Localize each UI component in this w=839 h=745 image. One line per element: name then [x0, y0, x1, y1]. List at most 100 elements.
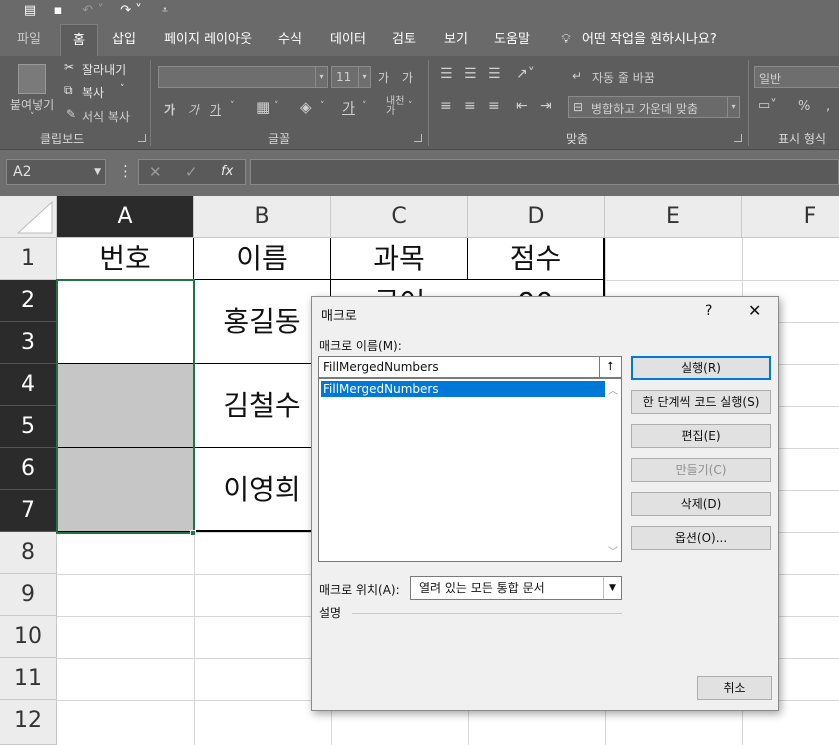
decrease-indent-icon[interactable]: ⇤	[516, 98, 528, 114]
tell-me-search[interactable]: 어떤 작업을 원하시나요?	[582, 24, 732, 56]
select-all-corner[interactable]	[0, 196, 57, 238]
row-header-12[interactable]: 12	[0, 700, 57, 745]
customize-qat-icon[interactable]: ⩡	[158, 2, 172, 20]
row-header-11[interactable]: 11	[0, 658, 57, 700]
orientation-icon[interactable]: ↗︎˅	[516, 66, 535, 82]
align-right-icon[interactable]: ≡	[488, 98, 500, 114]
cell-c1[interactable]: 과목	[331, 238, 468, 280]
align-left-icon[interactable]: ≡	[440, 98, 452, 114]
collapse-dialog-icon[interactable]: ⭡	[599, 357, 621, 377]
cut-icon[interactable]: ✂	[64, 60, 74, 74]
row-header-3[interactable]: 3	[0, 322, 57, 364]
row-header-1[interactable]: 1	[0, 238, 57, 280]
cell-b1[interactable]: 이름	[194, 238, 331, 280]
step-into-button[interactable]: 한 단계씩 코드 실행(S)	[631, 390, 771, 414]
row-header-2[interactable]: 2	[0, 280, 57, 322]
fill-color-dropdown-icon[interactable]: ˅	[320, 101, 325, 111]
help-button[interactable]: ?	[705, 303, 712, 319]
align-middle-icon[interactable]: ☰	[464, 66, 477, 82]
redo-icon[interactable]: ↷ ˅	[116, 2, 146, 20]
bold-button[interactable]: 가	[164, 101, 175, 118]
macro-name-input[interactable]: FillMergedNumbers ⭡	[318, 356, 622, 378]
alignment-launcher-icon[interactable]	[734, 134, 742, 142]
row-header-5[interactable]: 5	[0, 406, 57, 448]
copy-dropdown-icon[interactable]: ˅	[120, 84, 125, 94]
borders-dropdown-icon[interactable]: ˅	[274, 101, 279, 111]
number-format-combo[interactable]: 일반	[754, 66, 839, 88]
currency-icon[interactable]: ▭˅	[758, 98, 777, 113]
row-header-7[interactable]: 7	[0, 490, 57, 532]
percent-button[interactable]: %	[798, 99, 810, 114]
insert-function-icon[interactable]: fx	[221, 164, 233, 179]
column-header-c[interactable]: C	[331, 196, 468, 238]
grow-font-button[interactable]: 가	[378, 69, 389, 86]
scrollbar[interactable]: ︿ ﹀	[606, 380, 620, 560]
underline-dropdown-icon[interactable]: ˅	[230, 101, 235, 111]
format-painter-button[interactable]: 서식 복사	[82, 108, 130, 125]
align-bottom-icon[interactable]: ☰	[488, 66, 501, 82]
font-name-combo[interactable]: ▾	[158, 66, 328, 88]
macro-list[interactable]: FillMergedNumbers ︿ ﹀	[318, 378, 622, 562]
column-header-a[interactable]: A	[57, 196, 194, 238]
options-button[interactable]: 옵션(O)...	[631, 526, 771, 550]
confirm-entry-icon[interactable]: ✓	[185, 163, 198, 181]
paste-icon[interactable]	[18, 64, 46, 94]
name-box[interactable]: A2 ▼	[6, 159, 106, 185]
shrink-font-button[interactable]: 가	[402, 69, 413, 86]
column-header-b[interactable]: B	[194, 196, 331, 238]
row-header-4[interactable]: 4	[0, 364, 57, 406]
align-top-icon[interactable]: ☰	[440, 66, 453, 82]
delete-button[interactable]: 삭제(D)	[631, 492, 771, 516]
tab-home[interactable]: 홈	[60, 24, 98, 56]
tab-file[interactable]: 파일	[10, 24, 48, 56]
tab-page-layout[interactable]: 페이지 레이아웃	[156, 24, 260, 56]
paste-button[interactable]: 붙여넣기	[10, 96, 54, 113]
more-options-icon[interactable]: ⋮	[118, 162, 133, 180]
comma-button[interactable]: ,	[826, 99, 830, 114]
copy-icon[interactable]: ⧉	[64, 83, 73, 98]
merge-center-button[interactable]: ⊟ 병합하고 가운데 맞춤 ▾	[568, 96, 740, 118]
align-center-icon[interactable]: ≡	[464, 98, 476, 114]
column-header-e[interactable]: E	[605, 196, 742, 238]
formula-input[interactable]	[250, 159, 839, 185]
row-header-6[interactable]: 6	[0, 448, 57, 490]
tab-view[interactable]: 보기	[436, 24, 476, 56]
copy-button[interactable]: 복사	[82, 84, 104, 101]
tab-data[interactable]: 데이터	[322, 24, 374, 56]
font-size-combo[interactable]: 11 ▾	[331, 66, 371, 88]
wrap-text-button[interactable]: 자동 줄 바꿈	[592, 69, 655, 86]
borders-icon[interactable]: ▦	[256, 98, 270, 116]
cell-d1[interactable]: 점수	[468, 238, 605, 280]
cancel-button[interactable]: 취소	[697, 676, 772, 700]
row-header-9[interactable]: 9	[0, 574, 57, 616]
list-item[interactable]: FillMergedNumbers	[321, 381, 605, 397]
clipboard-launcher-icon[interactable]	[138, 134, 146, 142]
cell-a2-merged[interactable]	[57, 280, 194, 364]
tab-help[interactable]: 도움말	[486, 24, 538, 56]
cut-button[interactable]: 잘라내기	[82, 61, 126, 78]
tab-insert[interactable]: 삽입	[104, 24, 144, 56]
tab-review[interactable]: 검토	[384, 24, 424, 56]
fill-handle[interactable]	[190, 530, 196, 536]
tab-formulas[interactable]: 수식	[270, 24, 310, 56]
create-button[interactable]: 만들기(C)	[631, 458, 771, 482]
column-header-d[interactable]: D	[468, 196, 605, 238]
font-color-icon[interactable]: 가	[342, 98, 355, 118]
undo-icon[interactable]: ↶ ˅	[78, 2, 108, 20]
phonetic-icon[interactable]: 내천 가	[386, 97, 404, 117]
row-header-8[interactable]: 8	[0, 532, 57, 574]
underline-button[interactable]: 가	[210, 101, 221, 118]
paste-dropdown-icon[interactable]: ˅	[30, 112, 35, 122]
font-launcher-icon[interactable]	[414, 134, 422, 142]
edit-button[interactable]: 편집(E)	[631, 424, 771, 448]
save-icon[interactable]: ▪	[50, 2, 66, 20]
font-color-dropdown-icon[interactable]: ˅	[362, 101, 367, 111]
column-header-f[interactable]: F	[742, 196, 839, 238]
cell-a1[interactable]: 번호	[57, 238, 194, 280]
run-button[interactable]: 실행(R)	[631, 356, 771, 380]
cell-a4-merged[interactable]	[57, 364, 194, 448]
italic-button[interactable]: 가	[188, 101, 199, 118]
phonetic-dropdown-icon[interactable]: ˅	[408, 101, 413, 111]
macro-location-select[interactable]: 열려 있는 모든 통합 문서 ▼	[410, 576, 622, 600]
cell-a6-merged[interactable]	[57, 448, 194, 532]
